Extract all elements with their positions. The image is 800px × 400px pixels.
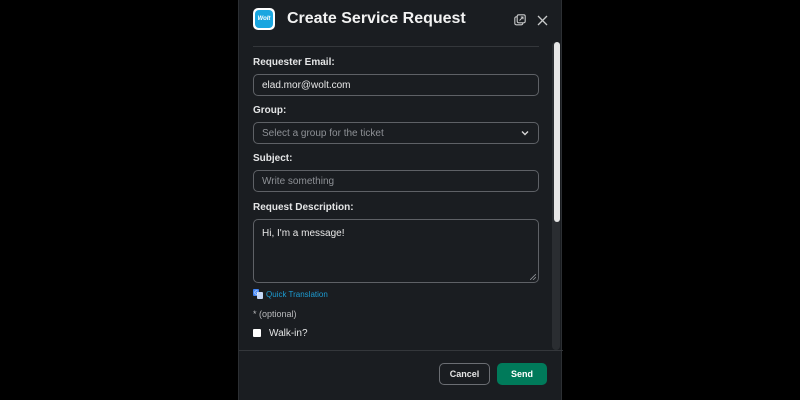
send-button[interactable]: Send xyxy=(497,363,547,385)
subject-label: Subject: xyxy=(253,153,293,164)
modal-header: Wolt Create Service Request xyxy=(239,0,563,46)
create-service-request-modal: Wolt Create Service Request Requester Em… xyxy=(238,0,563,400)
close-button[interactable] xyxy=(533,11,551,29)
requester-email-value: elad.mor@wolt.com xyxy=(262,79,351,91)
walk-in-checkbox[interactable] xyxy=(253,329,261,337)
app-logo-text: Wolt xyxy=(257,16,271,22)
scrollbar-thumb[interactable] xyxy=(554,42,560,222)
optional-note: * (optional) xyxy=(253,309,297,319)
resize-grip-icon[interactable] xyxy=(530,274,536,280)
quick-translation-link[interactable]: G Quick Translation xyxy=(253,288,328,300)
group-placeholder: Select a group for the ticket xyxy=(262,127,384,139)
modal-body: Requester Email: elad.mor@wolt.com Group… xyxy=(239,47,563,349)
group-select[interactable]: Select a group for the ticket xyxy=(253,122,539,144)
popout-icon xyxy=(514,14,526,26)
requester-email-label: Requester Email: xyxy=(253,57,335,68)
app-logo: Wolt xyxy=(253,8,275,30)
subject-input[interactable]: Write something xyxy=(253,170,539,192)
popout-button[interactable] xyxy=(511,11,529,29)
description-textarea[interactable]: Hi, I'm a message! xyxy=(253,219,539,283)
group-label: Group: xyxy=(253,105,287,116)
walk-in-option[interactable]: Walk-in? xyxy=(253,327,308,339)
cancel-button[interactable]: Cancel xyxy=(439,363,490,385)
quick-translation-label: Quick Translation xyxy=(266,289,328,299)
translate-icon: G xyxy=(253,289,263,299)
modal-title: Create Service Request xyxy=(287,10,466,27)
chevron-down-icon xyxy=(521,131,529,136)
svg-text:G: G xyxy=(254,291,258,297)
footer-divider xyxy=(239,350,563,351)
close-icon xyxy=(537,15,547,25)
description-label: Request Description: xyxy=(253,202,354,213)
wolt-logo-icon: Wolt xyxy=(255,10,273,28)
description-value: Hi, I'm a message! xyxy=(262,228,345,239)
requester-email-input[interactable]: elad.mor@wolt.com xyxy=(253,74,539,96)
subject-placeholder: Write something xyxy=(262,175,335,187)
walk-in-label: Walk-in? xyxy=(269,327,308,339)
